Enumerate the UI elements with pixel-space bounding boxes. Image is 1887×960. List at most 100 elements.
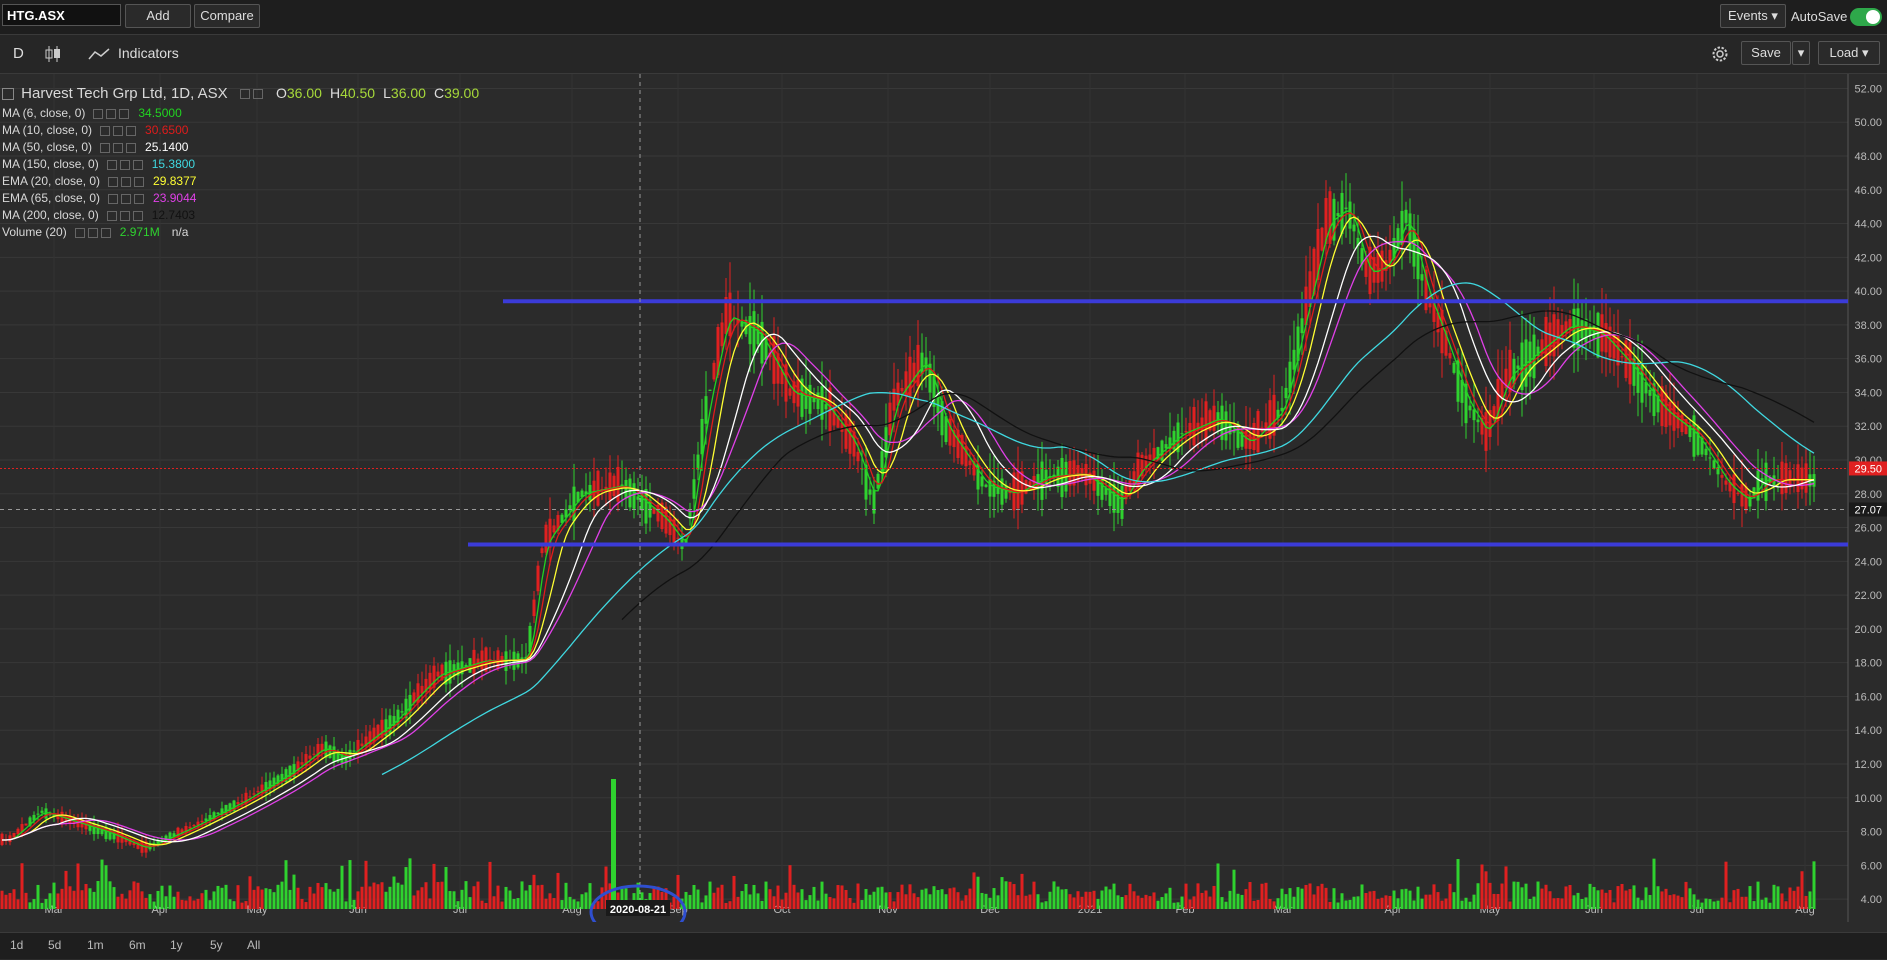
candle-body <box>1452 362 1456 373</box>
volume-bar <box>456 901 460 909</box>
ohlc-value: 40.50 <box>340 85 376 101</box>
candle-body <box>480 650 484 670</box>
volume-bar <box>808 895 812 909</box>
range-button-6m[interactable]: 6m <box>129 938 146 952</box>
volume-bar <box>1344 900 1348 909</box>
volume-bar <box>1804 895 1808 909</box>
volume-bar <box>872 891 876 909</box>
autosave-toggle[interactable] <box>1850 8 1882 26</box>
volume-bar <box>1024 895 1028 909</box>
chart-area[interactable]: 52.00 50.00 48.00 46.00 44.00 42.00 40.00 38.00… <box>0 74 1887 940</box>
volume-bar <box>1220 897 1224 909</box>
volume-bar <box>1148 896 1152 909</box>
volume-bar <box>312 893 316 909</box>
volume-bar <box>336 888 340 909</box>
symbol-input[interactable] <box>2 4 121 26</box>
indicators-button[interactable]: Indicators <box>118 45 179 61</box>
bottom-bar: 1d 5d 1m 6m 1y 5y All <box>0 932 1887 959</box>
collapse-legend-icon[interactable] <box>2 88 14 101</box>
volume-bar <box>1400 889 1404 909</box>
indicator-row[interactable]: MA (10, close, 0) 30.6500 <box>2 122 188 138</box>
volume-bar <box>1056 886 1060 909</box>
candle-body <box>1748 495 1752 507</box>
indicator-tools[interactable] <box>74 224 114 240</box>
range-button-all[interactable]: All <box>247 938 260 952</box>
volume-bar <box>1476 883 1480 909</box>
candlestick-icon[interactable] <box>44 45 62 63</box>
volume-bar <box>1652 858 1656 909</box>
indicator-row[interactable]: Volume (20) 2.971M n/a <box>2 224 188 240</box>
volume-bar <box>536 885 540 909</box>
indicator-row[interactable]: MA (50, close, 0) 25.1400 <box>2 139 188 155</box>
volume-bar <box>736 896 740 909</box>
volume-bar <box>220 887 224 909</box>
y-tick-label: 6.00 <box>1861 860 1882 872</box>
volume-bar <box>884 892 888 909</box>
indicator-tools[interactable] <box>100 122 139 138</box>
legend-tools[interactable] <box>239 85 266 103</box>
volume-bar <box>812 886 816 909</box>
indicator-row[interactable]: EMA (65, close, 0) 23.9044 <box>2 190 196 206</box>
add-button[interactable]: Add <box>125 4 191 28</box>
indicator-tools[interactable] <box>108 173 147 189</box>
volume-bar <box>1612 902 1616 909</box>
candle-body <box>1284 387 1288 399</box>
settings-gear-icon[interactable] <box>1710 44 1730 64</box>
load-button[interactable]: Load ▾ <box>1818 41 1880 65</box>
volume-bar <box>1488 882 1492 909</box>
volume-bar <box>876 887 880 909</box>
events-dropdown[interactable]: Events ▾ <box>1720 4 1786 28</box>
volume-bar <box>688 894 692 909</box>
volume-bar <box>1188 899 1192 909</box>
indicator-row[interactable]: MA (200, close, 0) 12.7403 <box>2 207 195 223</box>
period-button[interactable]: D <box>13 45 24 62</box>
volume-bar <box>980 892 984 909</box>
y-tick-label: 14.00 <box>1854 725 1882 737</box>
indicator-tools[interactable] <box>93 105 132 121</box>
save-options-chevron-icon[interactable]: ▾ <box>1792 41 1810 65</box>
volume-bar <box>1160 897 1164 909</box>
range-button-1d[interactable]: 1d <box>10 938 23 952</box>
range-button-1m[interactable]: 1m <box>87 938 104 952</box>
indicator-tools[interactable] <box>106 156 146 172</box>
indicator-label: Volume (20) <box>2 225 67 239</box>
volume-bar <box>908 884 912 909</box>
volume-bar <box>280 881 284 909</box>
volume-bar <box>396 882 400 909</box>
volume-bar <box>264 888 268 909</box>
volume-bar <box>1180 896 1184 909</box>
range-button-1y[interactable]: 1y <box>170 938 183 952</box>
volume-bar <box>1568 885 1572 909</box>
price-chart[interactable]: 52.00 50.00 48.00 46.00 44.00 42.00 40.00 38.00… <box>0 74 1887 940</box>
volume-bar <box>1200 892 1204 909</box>
volume-bar <box>316 882 320 909</box>
indicator-tools[interactable] <box>108 190 147 206</box>
y-tick-label: 40.00 <box>1854 286 1882 298</box>
volume-bar <box>1208 896 1212 909</box>
volume-bar <box>568 896 572 909</box>
candle-body <box>1264 422 1268 429</box>
indicator-tools[interactable] <box>100 139 139 155</box>
indicators-icon[interactable] <box>88 47 110 61</box>
volume-bar <box>916 897 920 909</box>
volume-bar <box>300 898 304 909</box>
volume-bar <box>1540 888 1544 909</box>
volume-bar <box>816 900 820 909</box>
indicator-row[interactable]: EMA (20, close, 0) 29.8377 <box>2 173 196 189</box>
volume-bar <box>156 890 160 909</box>
range-button-5d[interactable]: 5d <box>48 938 61 952</box>
volume-bar <box>1004 881 1008 909</box>
ohlc-value: 36.00 <box>286 85 322 101</box>
indicator-row[interactable]: MA (150, close, 0) 15.3800 <box>2 156 195 172</box>
save-button[interactable]: Save <box>1741 41 1791 65</box>
volume-bar <box>1584 897 1588 909</box>
indicator-tools[interactable] <box>106 207 146 223</box>
indicator-extra: n/a <box>171 225 189 239</box>
y-tick-label: 28.00 <box>1854 489 1882 501</box>
volume-bar <box>748 894 752 909</box>
indicator-row[interactable]: MA (6, close, 0) 34.5000 <box>2 105 182 121</box>
volume-bar <box>1108 889 1112 909</box>
compare-button[interactable]: Compare <box>194 4 260 28</box>
volume-bar <box>1444 898 1448 909</box>
range-button-5y[interactable]: 5y <box>210 938 223 952</box>
